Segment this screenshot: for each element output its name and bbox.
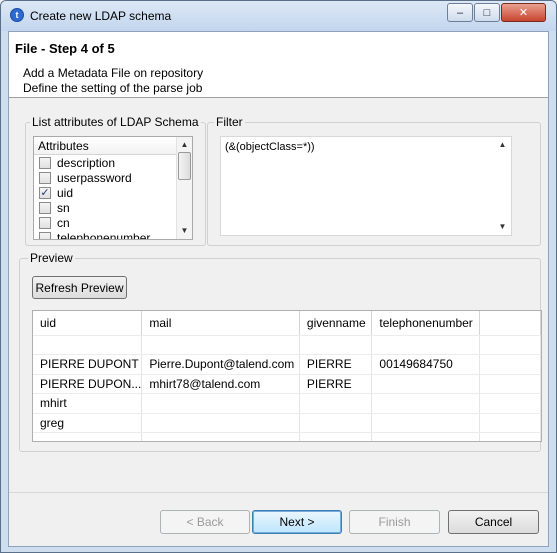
- preview-group-label: Preview: [28, 251, 75, 265]
- attribute-item[interactable]: cn: [34, 216, 177, 231]
- table-row[interactable]: [33, 335, 541, 355]
- table-cell: Pierre.Dupont@talend.com: [141, 354, 300, 375]
- table-cell: [299, 335, 373, 355]
- table-cell: PIERRE: [299, 354, 373, 375]
- attribute-name: cn: [57, 216, 70, 230]
- attribute-name: uid: [57, 186, 74, 200]
- table-cell: [371, 374, 480, 394]
- table-cell: [371, 393, 480, 414]
- table-cell-filler: [479, 393, 541, 414]
- attribute-name: sn: [57, 201, 70, 215]
- cancel-button[interactable]: Cancel: [448, 510, 539, 534]
- minimize-button[interactable]: –: [447, 3, 473, 22]
- column-header[interactable]: givenname: [299, 311, 373, 336]
- attributes-scrollbar[interactable]: ▲ ▼: [176, 137, 192, 239]
- attributes-group-label: List attributes of LDAP Schema: [30, 115, 201, 129]
- table-cell: PIERRE DUPONT: [33, 354, 143, 375]
- next-button[interactable]: Next >: [252, 510, 342, 534]
- table-cell: [299, 393, 373, 414]
- column-header[interactable]: mail: [141, 311, 300, 336]
- attributes-list[interactable]: Attributes description userpassword ✓ uid sn…: [33, 136, 193, 240]
- table-cell: [141, 393, 300, 414]
- attribute-name: description: [57, 156, 116, 170]
- scroll-up-icon[interactable]: ▲: [495, 138, 510, 152]
- filter-group: Filter (&(objectClass=*)) ▲ ▼: [207, 115, 541, 246]
- table-row[interactable]: PIERRE DUPON... mhirt78@talend.com PIERRE: [33, 374, 541, 394]
- maximize-button[interactable]: □: [474, 3, 500, 22]
- table-cell: greg: [33, 413, 143, 433]
- table-cell: [141, 413, 300, 433]
- table-cell-filler: [479, 432, 541, 441]
- table-cell: [299, 413, 373, 433]
- table-cell: [33, 432, 143, 441]
- step-title: File - Step 4 of 5: [15, 41, 115, 56]
- preview-group: Preview Refresh Preview uid mail givenname…: [19, 251, 542, 452]
- attribute-checkbox[interactable]: [39, 232, 51, 239]
- description-line-1: Add a Metadata File on repository: [23, 66, 204, 80]
- attribute-name: userpassword: [57, 171, 132, 185]
- attribute-item[interactable]: description: [34, 156, 177, 171]
- talend-app-icon: t: [10, 8, 24, 22]
- table-row[interactable]: [33, 432, 541, 441]
- table-cell-filler: [479, 374, 541, 394]
- table-cell: mhirt78@talend.com: [141, 374, 300, 394]
- scrollbar-thumb[interactable]: [178, 152, 191, 180]
- footer-separator: [9, 492, 548, 493]
- attribute-checkbox[interactable]: [39, 157, 51, 169]
- attribute-item[interactable]: ✓ uid: [34, 186, 177, 201]
- attribute-checkbox[interactable]: ✓: [39, 187, 51, 199]
- column-header[interactable]: uid: [33, 311, 143, 336]
- table-cell-filler: [479, 413, 541, 433]
- dialog-content: File - Step 4 of 5 Add a Metadata File o…: [8, 31, 549, 547]
- table-cell: [299, 432, 373, 441]
- table-row[interactable]: PIERRE DUPONT Pierre.Dupont@talend.com PIE…: [33, 354, 541, 375]
- table-cell: PIERRE DUPON...: [33, 374, 143, 394]
- wizard-header: File - Step 4 of 5 Add a Metadata File o…: [9, 32, 548, 98]
- preview-table[interactable]: uid mail givenname telephonenumber PIERRE D…: [32, 310, 542, 442]
- table-cell: [33, 335, 143, 355]
- attribute-checkbox[interactable]: [39, 217, 51, 229]
- table-cell: 00149684750: [371, 354, 480, 375]
- window-title: Create new LDAP schema: [30, 9, 172, 23]
- table-cell: [371, 413, 480, 433]
- attributes-column-header[interactable]: Attributes: [34, 137, 177, 155]
- close-button[interactable]: ✕: [501, 3, 546, 22]
- table-cell-filler: [479, 335, 541, 355]
- dialog-window: t Create new LDAP schema – □ ✕ File - St…: [0, 0, 557, 553]
- description-line-2: Define the setting of the parse job: [23, 81, 203, 95]
- table-cell-filler: [479, 354, 541, 375]
- scroll-down-icon[interactable]: ▼: [495, 220, 510, 234]
- table-cell: [141, 335, 300, 355]
- attribute-name: telephonenumber: [57, 231, 151, 240]
- table-cell: mhirt: [33, 393, 143, 414]
- title-bar: t Create new LDAP schema – □ ✕: [1, 1, 556, 31]
- table-cell: [371, 335, 480, 355]
- back-button[interactable]: < Back: [160, 510, 250, 534]
- filter-scrollbar[interactable]: ▲ ▼: [495, 137, 511, 235]
- attributes-group: List attributes of LDAP Schema Attribute…: [25, 115, 206, 246]
- attribute-checkbox[interactable]: [39, 172, 51, 184]
- scroll-up-icon[interactable]: ▲: [177, 138, 192, 152]
- attribute-checkbox[interactable]: [39, 202, 51, 214]
- table-cell: PIERRE: [299, 374, 373, 394]
- attributes-rows: description userpassword ✓ uid sn cn telephone…: [34, 156, 177, 240]
- filter-textarea[interactable]: (&(objectClass=*)) ▲ ▼: [220, 136, 512, 236]
- finish-button[interactable]: Finish: [349, 510, 440, 534]
- column-header-filler: [479, 311, 541, 336]
- table-row[interactable]: mhirt: [33, 393, 541, 414]
- attribute-item[interactable]: sn: [34, 201, 177, 216]
- column-header[interactable]: telephonenumber: [371, 311, 480, 336]
- attribute-item[interactable]: userpassword: [34, 171, 177, 186]
- table-cell: [141, 432, 300, 441]
- attribute-item[interactable]: telephonenumber: [34, 231, 177, 240]
- filter-value: (&(objectClass=*)): [225, 141, 315, 153]
- scroll-down-icon[interactable]: ▼: [177, 224, 192, 238]
- filter-group-label: Filter: [214, 115, 245, 129]
- table-cell: [371, 432, 480, 441]
- refresh-preview-button[interactable]: Refresh Preview: [32, 276, 127, 299]
- table-row[interactable]: greg: [33, 413, 541, 433]
